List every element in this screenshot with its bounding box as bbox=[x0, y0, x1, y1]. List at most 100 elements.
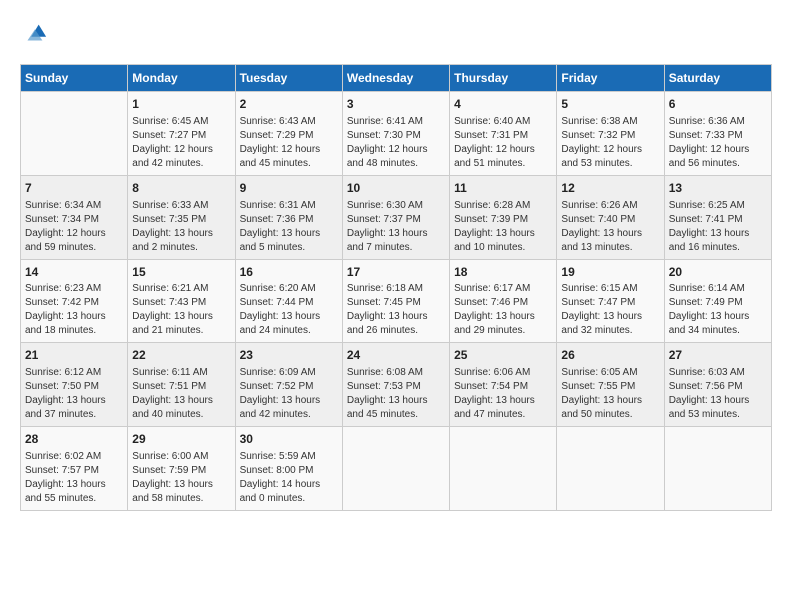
column-header-tuesday: Tuesday bbox=[235, 65, 342, 92]
day-info: Sunrise: 6:09 AM bbox=[240, 366, 338, 380]
day-info: Daylight: 12 hours bbox=[454, 143, 552, 157]
day-info: Sunset: 8:00 PM bbox=[240, 464, 338, 478]
day-number: 25 bbox=[454, 347, 552, 364]
day-number: 27 bbox=[669, 347, 767, 364]
calendar-cell bbox=[450, 427, 557, 511]
day-info: and 45 minutes. bbox=[347, 408, 445, 422]
column-header-thursday: Thursday bbox=[450, 65, 557, 92]
day-info: Daylight: 13 hours bbox=[240, 394, 338, 408]
day-info: and 55 minutes. bbox=[25, 492, 123, 506]
day-number: 22 bbox=[132, 347, 230, 364]
day-info: and 56 minutes. bbox=[669, 157, 767, 171]
day-info: Daylight: 13 hours bbox=[132, 310, 230, 324]
calendar-cell: 2Sunrise: 6:43 AMSunset: 7:29 PMDaylight… bbox=[235, 92, 342, 176]
day-info: Sunset: 7:41 PM bbox=[669, 213, 767, 227]
day-info: Sunrise: 6:00 AM bbox=[132, 450, 230, 464]
day-info: Daylight: 13 hours bbox=[347, 227, 445, 241]
header-row: SundayMondayTuesdayWednesdayThursdayFrid… bbox=[21, 65, 772, 92]
day-info: Sunset: 7:43 PM bbox=[132, 296, 230, 310]
day-info: Daylight: 12 hours bbox=[669, 143, 767, 157]
day-info: Daylight: 13 hours bbox=[561, 227, 659, 241]
calendar-cell: 25Sunrise: 6:06 AMSunset: 7:54 PMDayligh… bbox=[450, 343, 557, 427]
day-number: 4 bbox=[454, 96, 552, 113]
day-info: Sunset: 7:36 PM bbox=[240, 213, 338, 227]
calendar-cell: 3Sunrise: 6:41 AMSunset: 7:30 PMDaylight… bbox=[342, 92, 449, 176]
day-number: 24 bbox=[347, 347, 445, 364]
day-info: Daylight: 13 hours bbox=[25, 310, 123, 324]
day-info: Daylight: 13 hours bbox=[132, 227, 230, 241]
day-info: and 48 minutes. bbox=[347, 157, 445, 171]
day-info: Sunrise: 6:28 AM bbox=[454, 199, 552, 213]
day-info: and 2 minutes. bbox=[132, 241, 230, 255]
day-info: and 7 minutes. bbox=[347, 241, 445, 255]
day-info: and 59 minutes. bbox=[25, 241, 123, 255]
calendar-cell: 14Sunrise: 6:23 AMSunset: 7:42 PMDayligh… bbox=[21, 259, 128, 343]
day-info: Sunset: 7:57 PM bbox=[25, 464, 123, 478]
calendar-cell bbox=[557, 427, 664, 511]
day-info: Sunrise: 6:12 AM bbox=[25, 366, 123, 380]
day-info: Sunset: 7:39 PM bbox=[454, 213, 552, 227]
day-info: Sunset: 7:53 PM bbox=[347, 380, 445, 394]
day-info: Sunset: 7:49 PM bbox=[669, 296, 767, 310]
day-info: and 53 minutes. bbox=[561, 157, 659, 171]
calendar-cell: 8Sunrise: 6:33 AMSunset: 7:35 PMDaylight… bbox=[128, 175, 235, 259]
day-info: Sunrise: 5:59 AM bbox=[240, 450, 338, 464]
day-number: 2 bbox=[240, 96, 338, 113]
day-info: Sunset: 7:54 PM bbox=[454, 380, 552, 394]
day-info: and 29 minutes. bbox=[454, 324, 552, 338]
calendar-cell: 17Sunrise: 6:18 AMSunset: 7:45 PMDayligh… bbox=[342, 259, 449, 343]
day-info: Daylight: 12 hours bbox=[132, 143, 230, 157]
logo-icon bbox=[20, 20, 48, 48]
day-info: and 34 minutes. bbox=[669, 324, 767, 338]
calendar-cell: 7Sunrise: 6:34 AMSunset: 7:34 PMDaylight… bbox=[21, 175, 128, 259]
day-info: Daylight: 13 hours bbox=[240, 310, 338, 324]
week-row-3: 14Sunrise: 6:23 AMSunset: 7:42 PMDayligh… bbox=[21, 259, 772, 343]
calendar-cell: 20Sunrise: 6:14 AMSunset: 7:49 PMDayligh… bbox=[664, 259, 771, 343]
calendar-cell bbox=[664, 427, 771, 511]
day-info: Daylight: 13 hours bbox=[561, 394, 659, 408]
calendar-cell: 28Sunrise: 6:02 AMSunset: 7:57 PMDayligh… bbox=[21, 427, 128, 511]
day-info: Sunset: 7:32 PM bbox=[561, 129, 659, 143]
day-info: Sunset: 7:56 PM bbox=[669, 380, 767, 394]
day-number: 6 bbox=[669, 96, 767, 113]
calendar-cell bbox=[21, 92, 128, 176]
day-info: Daylight: 13 hours bbox=[454, 227, 552, 241]
week-row-2: 7Sunrise: 6:34 AMSunset: 7:34 PMDaylight… bbox=[21, 175, 772, 259]
day-info: Sunrise: 6:08 AM bbox=[347, 366, 445, 380]
day-info: Daylight: 12 hours bbox=[561, 143, 659, 157]
day-info: Sunset: 7:50 PM bbox=[25, 380, 123, 394]
day-info: and 24 minutes. bbox=[240, 324, 338, 338]
day-info: Sunset: 7:44 PM bbox=[240, 296, 338, 310]
day-info: Sunrise: 6:03 AM bbox=[669, 366, 767, 380]
day-info: Sunrise: 6:23 AM bbox=[25, 282, 123, 296]
day-info: Sunrise: 6:05 AM bbox=[561, 366, 659, 380]
day-number: 20 bbox=[669, 264, 767, 281]
week-row-4: 21Sunrise: 6:12 AMSunset: 7:50 PMDayligh… bbox=[21, 343, 772, 427]
day-info: Sunrise: 6:36 AM bbox=[669, 115, 767, 129]
day-number: 13 bbox=[669, 180, 767, 197]
calendar-cell: 16Sunrise: 6:20 AMSunset: 7:44 PMDayligh… bbox=[235, 259, 342, 343]
day-info: Daylight: 13 hours bbox=[240, 227, 338, 241]
day-info: Daylight: 13 hours bbox=[669, 394, 767, 408]
day-info: Sunrise: 6:17 AM bbox=[454, 282, 552, 296]
day-info: and 21 minutes. bbox=[132, 324, 230, 338]
day-info: Daylight: 13 hours bbox=[25, 478, 123, 492]
calendar-cell: 11 Sunrise: 6:28 AMSunset: 7:39 PMDayligh… bbox=[450, 175, 557, 259]
day-info: and 51 minutes. bbox=[454, 157, 552, 171]
logo bbox=[20, 20, 52, 48]
day-info: Sunset: 7:27 PM bbox=[132, 129, 230, 143]
day-info: Sunset: 7:55 PM bbox=[561, 380, 659, 394]
day-info: Sunrise: 6:20 AM bbox=[240, 282, 338, 296]
day-info: Daylight: 12 hours bbox=[347, 143, 445, 157]
day-number: 29 bbox=[132, 431, 230, 448]
calendar-cell: 18Sunrise: 6:17 AMSunset: 7:46 PMDayligh… bbox=[450, 259, 557, 343]
day-number: 3 bbox=[347, 96, 445, 113]
day-info: Sunrise: 6:25 AM bbox=[669, 199, 767, 213]
calendar-cell: 12Sunrise: 6:26 AMSunset: 7:40 PMDayligh… bbox=[557, 175, 664, 259]
day-info: Daylight: 13 hours bbox=[132, 478, 230, 492]
day-number: 23 bbox=[240, 347, 338, 364]
week-row-1: 1Sunrise: 6:45 AMSunset: 7:27 PMDaylight… bbox=[21, 92, 772, 176]
day-info: and 32 minutes. bbox=[561, 324, 659, 338]
day-number: 11 bbox=[454, 180, 552, 197]
day-info: Sunrise: 6:31 AM bbox=[240, 199, 338, 213]
